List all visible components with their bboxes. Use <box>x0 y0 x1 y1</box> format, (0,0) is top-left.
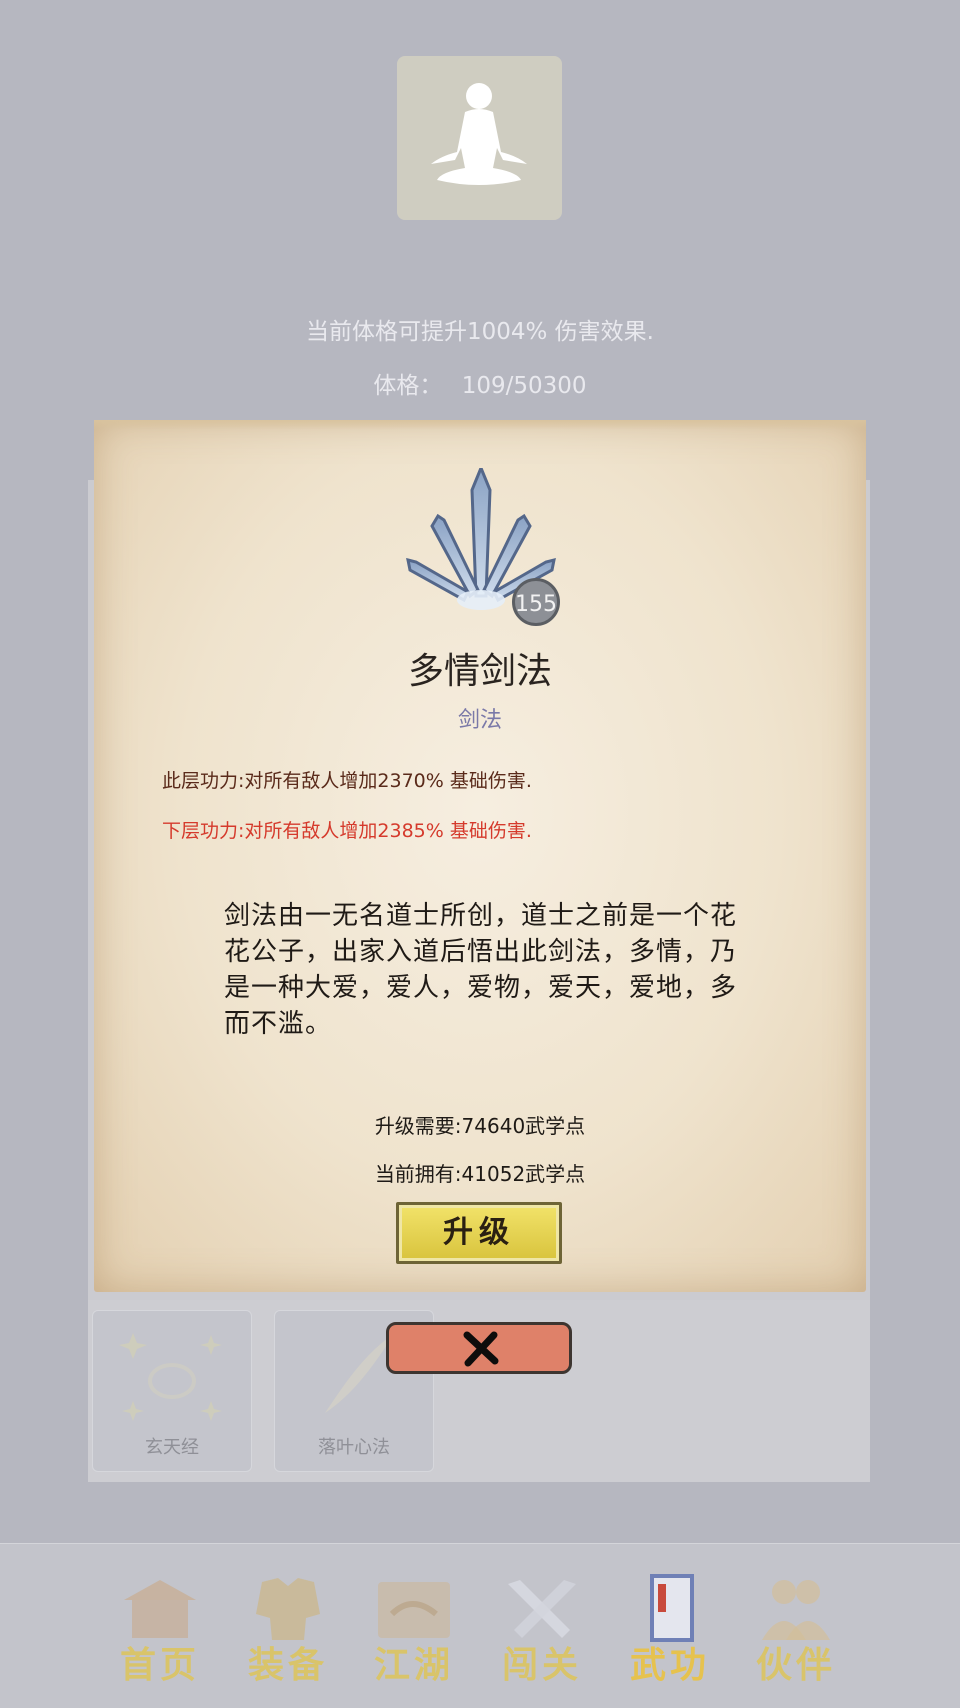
next-layer-effect: 下层功力:对所有敌人增加2385% 基础伤害. <box>162 820 532 842</box>
skill-description: 剑法由一无名道士所创，道士之前是一个花花公子，出家入道后悟出此剑法，多情，乃是一… <box>224 901 738 1039</box>
nav-partners[interactable]: 伙伴 <box>736 1544 856 1708</box>
skill-detail-modal: 155 多情剑法 剑法 此层功力:对所有敌人增加2370% 基础伤害. 下层功力… <box>94 420 866 1292</box>
book-icon <box>650 1574 694 1642</box>
nav-equipment[interactable]: 装备 <box>228 1544 348 1708</box>
armor-icon <box>256 1578 320 1640</box>
nav-label: 装备 <box>247 1644 328 1686</box>
nav-label: 首页 <box>119 1644 200 1686</box>
skill-tile-label: 落叶心法 <box>318 1437 390 1458</box>
physique-label: 体格： <box>373 373 443 399</box>
skill-level-badge: 155 <box>512 578 560 626</box>
meditation-avatar <box>397 56 562 220</box>
nav-label: 闯关 <box>501 1644 582 1686</box>
nav-label: 江湖 <box>373 1644 454 1686</box>
sparkle-icon <box>119 1333 222 1421</box>
current-points: 当前拥有:41052武学点 <box>374 1162 586 1186</box>
physique-boost-text: 当前体格可提升1004% 伤害效果. <box>305 319 654 345</box>
screen: 玄天经 落叶心法 当前体格可提升1004% 伤害效果. 体格： 109/5030… <box>0 0 960 1708</box>
physique-value: 109/50300 <box>461 373 587 399</box>
nav-label: 伙伴 <box>755 1644 836 1686</box>
skill-name: 多情剑法 <box>407 651 552 692</box>
current-layer-effect: 此层功力:对所有敌人增加2370% 基础伤害. <box>162 770 532 792</box>
bottom-nav: 首页 装备 江湖 闯关 武功 伙伴 <box>0 1543 960 1708</box>
nav-label: 武功 <box>629 1644 710 1686</box>
meditation-icon <box>431 83 527 185</box>
physique-readout: 体格： 109/50300 <box>0 366 960 400</box>
nav-jianghu[interactable]: 江湖 <box>354 1544 474 1708</box>
upgrade-cost: 升级需要:74640武学点 <box>374 1114 586 1138</box>
close-icon <box>463 1331 499 1367</box>
home-icon <box>124 1580 196 1638</box>
close-button[interactable] <box>386 1322 572 1374</box>
nav-home[interactable]: 首页 <box>100 1544 220 1708</box>
swords-icon <box>508 1580 576 1638</box>
skill-tile-label: 玄天经 <box>145 1437 199 1458</box>
nav-challenge[interactable]: 闯关 <box>482 1544 602 1708</box>
upgrade-button[interactable]: 升级 <box>396 1202 562 1264</box>
nav-martial-arts[interactable]: 武功 <box>610 1544 730 1708</box>
skill-type: 剑法 <box>457 708 502 733</box>
map-scroll-icon <box>378 1582 450 1638</box>
skill-tile-xuantianjing[interactable]: 玄天经 <box>92 1310 252 1472</box>
partners-icon <box>762 1580 830 1640</box>
